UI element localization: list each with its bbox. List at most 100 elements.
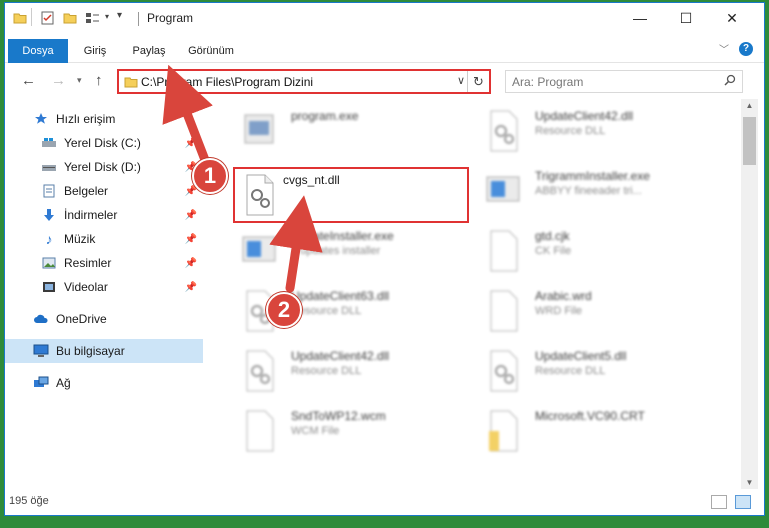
list-item[interactable]: UpdateClient5.dll Resource DLL: [477, 343, 713, 399]
file-name: UpdateClient42.dll: [535, 109, 634, 123]
file-explorer-window: ▾ ▾ Program — ☐ ✕ Dosya Giriş Paylaş Gör…: [4, 2, 765, 516]
search-box[interactable]: Ara: Program: [505, 70, 743, 93]
file-type: ABBYY fineeader tri...: [535, 185, 642, 197]
download-icon: [41, 207, 57, 223]
sidebar-item-onedrive[interactable]: OneDrive: [33, 307, 203, 331]
tiles-view-icon[interactable]: [735, 495, 751, 509]
customize-toolbar-icon[interactable]: ▾: [117, 10, 122, 21]
scrollbar-thumb[interactable]: [743, 117, 756, 165]
list-item[interactable]: Microsoft.VC90.CRT: [477, 403, 713, 459]
sidebar-item-pictures[interactable]: Resimler 📌: [41, 251, 203, 275]
list-item[interactable]: gtd.cjk CK File: [477, 223, 713, 279]
music-icon: ♪: [45, 231, 53, 247]
file-name: UpdateClient5.dll: [535, 349, 627, 363]
star-icon: [33, 111, 49, 127]
sidebar-item-music[interactable]: ♪ Müzik 📌: [41, 227, 203, 251]
list-item[interactable]: SndToWP12.wcm WCM File: [233, 403, 469, 459]
pin-icon[interactable]: 📌: [185, 210, 197, 221]
item-count: 195 öğe: [9, 495, 49, 507]
forward-arrow-icon[interactable]: →: [51, 72, 66, 89]
drive-icon: [41, 159, 57, 175]
scroll-up-icon[interactable]: ▲: [741, 101, 758, 110]
file-name: program.exe: [291, 109, 359, 123]
list-item[interactable]: UpdateClient42.dll Resource DLL: [477, 103, 713, 159]
sidebar-item-label: Müzik: [64, 232, 96, 246]
step-badge-1: 1: [192, 158, 228, 194]
close-button[interactable]: ✕: [709, 3, 755, 33]
sidebar-item-label: Resimler: [64, 256, 112, 270]
network-icon: [33, 375, 49, 391]
tab-view[interactable]: Görünüm: [179, 39, 243, 63]
sidebar-item-label: Yerel Disk (D:): [64, 160, 141, 174]
sidebar-item-quick-access[interactable]: Hızlı erişim: [33, 107, 203, 131]
dll-icon: [483, 349, 523, 393]
file-type: Resource DLL: [291, 365, 362, 377]
pin-icon[interactable]: 📌: [185, 258, 197, 269]
back-arrow-icon[interactable]: ←: [21, 72, 36, 89]
sidebar-item-label: Bu bilgisayar: [56, 344, 125, 358]
file-icon: [483, 289, 523, 333]
navigation-bar: ← → ▾ ↑ C:\Program Files\Program Dizini …: [5, 65, 764, 97]
dll-icon: [483, 109, 523, 153]
sidebar-item-label: Ağ: [56, 376, 71, 390]
pin-icon[interactable]: 📌: [185, 234, 197, 245]
divider: [31, 8, 32, 26]
sidebar-item-label: İndirmeler: [64, 208, 118, 222]
recent-locations-icon[interactable]: ▾: [77, 75, 82, 86]
list-item-selected[interactable]: cvgs_nt.dll: [233, 167, 469, 223]
search-input[interactable]: Ara: Program: [512, 75, 583, 89]
list-item[interactable]: TrigrammInstaller.exe ABBYY fineeader tr…: [477, 163, 713, 219]
exe-icon: [239, 229, 279, 273]
sidebar-item-network[interactable]: Ağ: [33, 371, 203, 395]
cloud-icon: [33, 311, 49, 327]
pin-icon[interactable]: 📌: [185, 282, 197, 293]
file-name: UpdateClient63.dll: [291, 289, 390, 303]
help-icon[interactable]: ?: [739, 42, 753, 56]
maximize-button[interactable]: ☐: [663, 3, 709, 33]
expand-ribbon-icon[interactable]: ﹀: [719, 41, 729, 56]
tab-file[interactable]: Dosya: [8, 39, 68, 63]
up-arrow-icon[interactable]: ↑: [95, 72, 103, 89]
refresh-icon[interactable]: ↻: [467, 71, 489, 92]
sidebar-item-documents[interactable]: Belgeler 📌: [41, 179, 203, 203]
address-bar[interactable]: C:\Program Files\Program Dizini ∨ ↻: [117, 69, 491, 94]
sidebar-item-label: Belgeler: [64, 184, 109, 198]
tab-home[interactable]: Giriş: [71, 39, 119, 63]
list-item[interactable]: Arabic.wrd WRD File: [477, 283, 713, 339]
properties-icon[interactable]: [41, 11, 55, 28]
step-badge-2: 2: [266, 292, 302, 328]
pin-icon[interactable]: 📌: [185, 138, 197, 149]
sidebar-item-label: OneDrive: [56, 312, 107, 326]
scroll-down-icon[interactable]: ▼: [741, 478, 758, 487]
file-type: WRD File: [535, 305, 583, 317]
sidebar-item-videos[interactable]: Videolar 📌: [41, 275, 203, 299]
vertical-scrollbar[interactable]: ▲ ▼: [741, 99, 758, 489]
file-name: Microsoft.VC90.CRT: [535, 409, 645, 423]
view-options-icon[interactable]: [85, 11, 101, 28]
dll-icon: [239, 173, 279, 217]
folder-icon: [124, 76, 138, 92]
list-item[interactable]: program.exe: [233, 103, 469, 159]
address-path[interactable]: C:\Program Files\Program Dizini: [141, 75, 313, 89]
status-bar: 195 öğe: [5, 489, 764, 515]
computer-icon: [33, 343, 49, 359]
file-type: 1 updates installer: [291, 245, 381, 257]
file-name: Arabic.wrd: [535, 289, 592, 303]
sidebar-item-label: Videolar: [64, 280, 108, 294]
minimize-button[interactable]: —: [617, 3, 663, 33]
list-item[interactable]: UpdateInstaller.exe 1 updates installer: [233, 223, 469, 279]
sidebar-item-local-disk-c[interactable]: Yerel Disk (C:) 📌: [41, 131, 203, 155]
list-item[interactable]: UpdateClient42.dll Resource DLL: [233, 343, 469, 399]
sidebar-item-downloads[interactable]: İndirmeler 📌: [41, 203, 203, 227]
chevron-down-icon[interactable]: ▾: [105, 12, 109, 21]
tab-share[interactable]: Paylaş: [121, 39, 177, 63]
sidebar-item-this-pc[interactable]: Bu bilgisayar: [5, 339, 203, 363]
sidebar-item-local-disk-d[interactable]: Yerel Disk (D:) 📌: [41, 155, 203, 179]
file-type: Resource DLL: [535, 125, 606, 137]
new-folder-icon[interactable]: [63, 11, 77, 28]
details-view-icon[interactable]: [711, 495, 727, 509]
search-icon[interactable]: [724, 74, 736, 89]
exe-icon: [483, 169, 523, 213]
pictures-icon: [41, 255, 57, 271]
chevron-down-icon[interactable]: ∨: [457, 74, 465, 87]
